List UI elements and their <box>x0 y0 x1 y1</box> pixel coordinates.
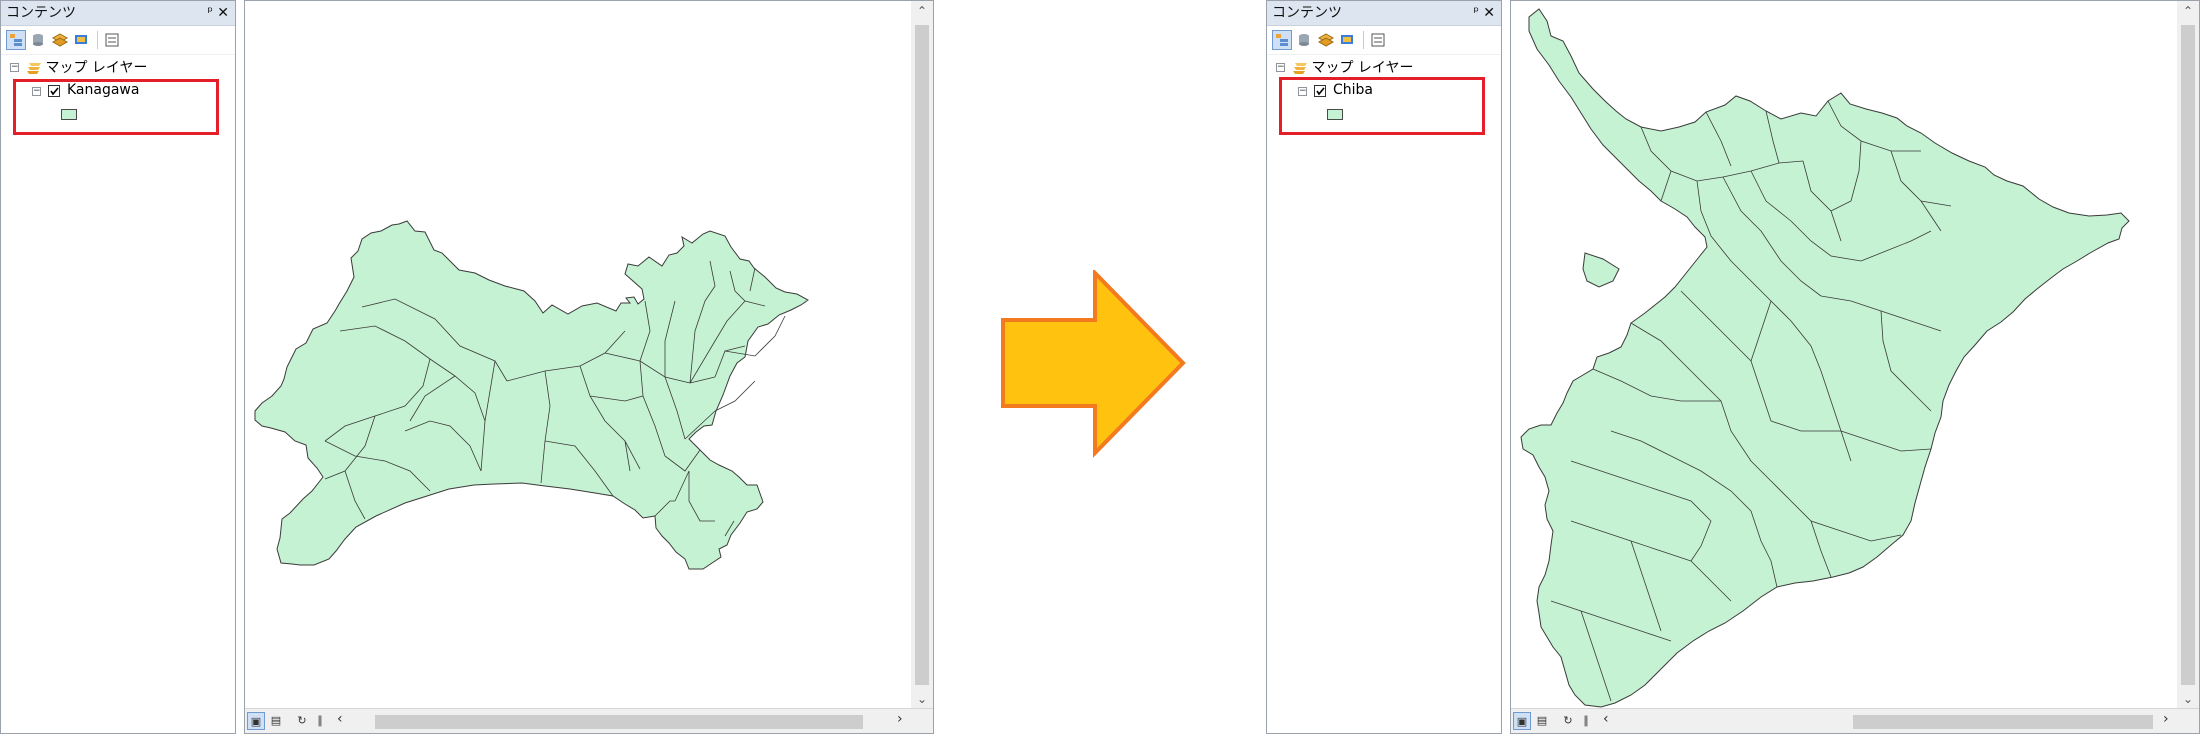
vertical-scrollbar[interactable]: ⌃ ⌄ <box>2177 1 2199 711</box>
table-of-contents-right: コンテンツ ᵖ ✕ − マップ レイヤー − Chiba <box>1266 0 1502 734</box>
map-layers-label: マップ レイヤー <box>1311 60 1414 76</box>
red-highlight-box <box>1279 77 1485 135</box>
kanagawa-prefecture-shape <box>254 220 809 570</box>
options-icon[interactable] <box>102 30 122 50</box>
toc-toolbar <box>1 26 235 55</box>
scroll-right-icon[interactable]: › <box>2163 711 2169 727</box>
horizontal-scroll-thumb[interactable] <box>375 715 863 729</box>
chiba-prefecture-shape <box>1520 8 2130 708</box>
options-icon[interactable] <box>1368 30 1388 50</box>
list-by-source-icon[interactable] <box>1294 30 1314 50</box>
map-bottom-bar: ▣ ▤ ↻ ∥ ‹ › <box>1511 708 2199 733</box>
toc-title-bar: コンテンツ ᵖ ✕ <box>1267 1 1501 26</box>
expand-collapse-icon[interactable]: − <box>10 63 19 72</box>
toc-toolbar <box>1267 26 1501 55</box>
right-arrow-icon <box>1001 270 1186 458</box>
list-by-selection-icon[interactable] <box>72 30 92 50</box>
pin-icon[interactable]: ᵖ <box>207 1 213 25</box>
map-view-right[interactable]: ⌃ ⌄ ▣ ▤ ↻ ∥ ‹ › <box>1510 0 2200 734</box>
map-bottom-bar: ▣ ▤ ↻ ∥ ‹ › <box>245 708 933 733</box>
layers-icon <box>1293 63 1307 74</box>
list-by-source-icon[interactable] <box>28 30 48 50</box>
chiba-map[interactable] <box>1511 1 2179 709</box>
pause-drawing-icon[interactable]: ∥ <box>311 712 329 730</box>
toc-title: コンテンツ <box>6 5 76 21</box>
list-by-drawing-order-icon[interactable] <box>6 30 26 50</box>
refresh-icon[interactable]: ↻ <box>1559 712 1577 730</box>
toc-title-bar: コンテンツ ᵖ ✕ <box>1 1 235 26</box>
toc-title: コンテンツ <box>1272 5 1342 21</box>
scroll-left-icon[interactable]: ‹ <box>1603 711 1609 727</box>
scroll-down-icon[interactable]: ⌄ <box>911 689 933 709</box>
list-by-selection-icon[interactable] <box>1338 30 1358 50</box>
refresh-icon[interactable]: ↻ <box>293 712 311 730</box>
vertical-scroll-thumb[interactable] <box>2181 25 2195 685</box>
layout-view-icon[interactable]: ▤ <box>267 712 285 730</box>
scroll-right-icon[interactable]: › <box>897 711 903 727</box>
scroll-left-icon[interactable]: ‹ <box>337 711 343 727</box>
data-view-icon[interactable]: ▣ <box>1513 712 1531 730</box>
vertical-scroll-thumb[interactable] <box>915 25 929 685</box>
pause-drawing-icon[interactable]: ∥ <box>1577 712 1595 730</box>
chiba-island-shape <box>1582 252 1620 288</box>
kanagawa-map[interactable] <box>245 1 913 709</box>
list-by-visibility-icon[interactable] <box>50 30 70 50</box>
map-view-left[interactable]: ⌃ ⌄ ▣ ▤ ↻ ∥ ‹ › <box>244 0 934 734</box>
scroll-up-icon[interactable]: ⌃ <box>2177 1 2199 21</box>
horizontal-scroll-thumb[interactable] <box>1853 715 2153 729</box>
map-layers-row[interactable]: マップ レイヤー <box>1291 57 1413 77</box>
vertical-scrollbar[interactable]: ⌃ ⌄ <box>911 1 933 711</box>
scroll-down-icon[interactable]: ⌄ <box>2177 689 2199 709</box>
data-view-icon[interactable]: ▣ <box>247 712 265 730</box>
red-highlight-box <box>13 79 219 135</box>
layout-view-icon[interactable]: ▤ <box>1533 712 1551 730</box>
list-by-visibility-icon[interactable] <box>1316 30 1336 50</box>
pin-icon[interactable]: ᵖ <box>1473 1 1479 25</box>
map-layers-row[interactable]: マップ レイヤー <box>25 57 147 77</box>
list-by-drawing-order-icon[interactable] <box>1272 30 1292 50</box>
map-layers-label: マップ レイヤー <box>45 60 148 76</box>
close-icon[interactable]: ✕ <box>1483 1 1495 25</box>
layers-icon <box>27 63 41 74</box>
expand-collapse-icon[interactable]: − <box>1276 63 1285 72</box>
close-icon[interactable]: ✕ <box>217 1 229 25</box>
table-of-contents-left: コンテンツ ᵖ ✕ − マップ レイヤー − Kanagawa <box>0 0 236 734</box>
scroll-up-icon[interactable]: ⌃ <box>911 1 933 21</box>
